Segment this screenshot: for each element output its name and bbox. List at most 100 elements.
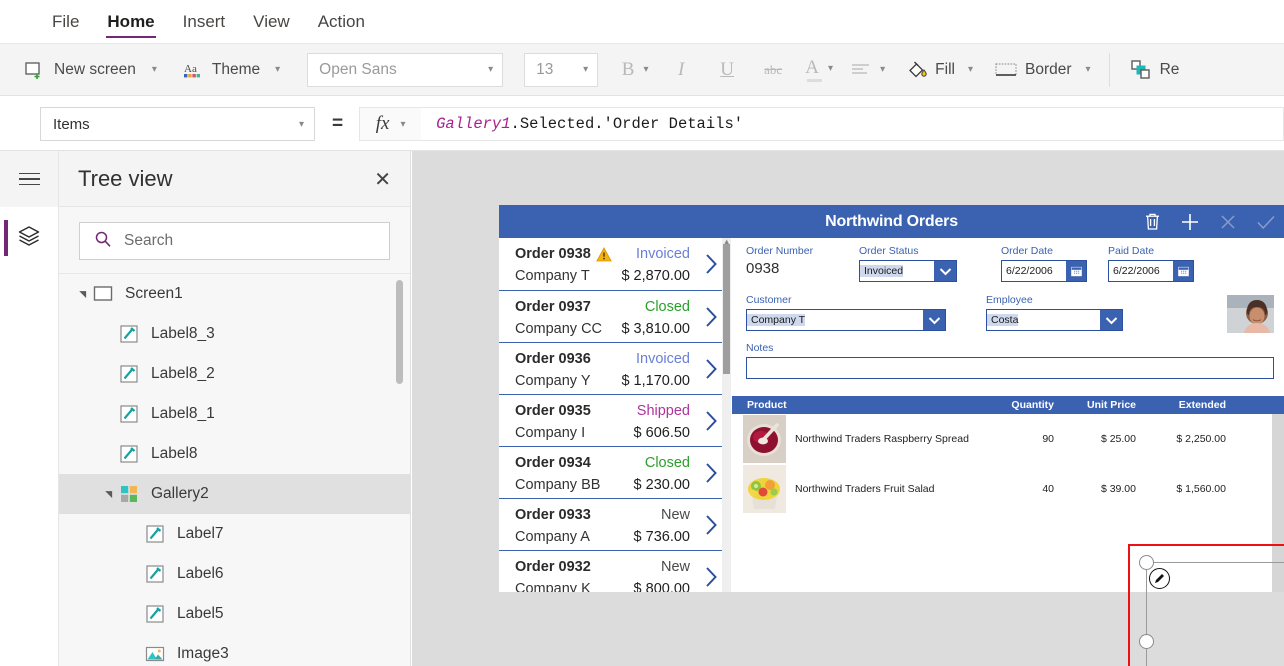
tree-item-label8[interactable]: Label8 bbox=[59, 434, 410, 474]
product-name: Northwind Traders Raspberry Spread bbox=[795, 433, 969, 445]
tree-item-gallery2[interactable]: ◢ Gallery2 bbox=[59, 474, 410, 514]
chevron-down-icon[interactable] bbox=[923, 310, 945, 330]
products-header-row: Product Quantity Unit Price Extended bbox=[732, 396, 1284, 414]
tree-item-label: Label8_2 bbox=[151, 365, 215, 382]
order-number: Order 0932 bbox=[515, 559, 591, 575]
order-list-item[interactable]: Order 0933 New Company A $ 736.00 bbox=[499, 498, 730, 550]
menu-item-home[interactable]: Home bbox=[93, 0, 168, 43]
order-amount: $ 606.50 bbox=[633, 424, 690, 441]
employee-dropdown[interactable]: Costa bbox=[986, 309, 1123, 331]
new-screen-icon bbox=[24, 60, 44, 80]
order-number-text: Order 0933 bbox=[515, 507, 591, 523]
chevron-down-icon[interactable] bbox=[934, 261, 956, 281]
products-rows: Northwind Traders Raspberry Spread 90 $ 25… bbox=[732, 414, 1284, 514]
tree-item-label7[interactable]: Label7 bbox=[59, 514, 410, 554]
chevron-right-icon[interactable] bbox=[701, 408, 721, 434]
twisty-expanded-icon[interactable]: ◢ bbox=[76, 288, 89, 301]
underline-button[interactable]: U bbox=[704, 44, 750, 96]
tree-scrollbar-thumb[interactable] bbox=[396, 280, 403, 384]
tree-item-label8_1[interactable]: Label8_1 bbox=[59, 394, 410, 434]
paid-date-picker[interactable]: 6/22/2006 bbox=[1108, 260, 1194, 282]
order-date-picker[interactable]: 6/22/2006 bbox=[1001, 260, 1087, 282]
align-button[interactable]: ▾ bbox=[842, 44, 894, 96]
tree-item-label: Label8_3 bbox=[151, 325, 215, 342]
theme-button[interactable]: Aa Theme ▾ bbox=[183, 44, 280, 96]
formula-input[interactable]: Gallery1 .Selected.'Order Details' bbox=[421, 107, 1284, 141]
cancel-icon[interactable] bbox=[1214, 208, 1242, 236]
search-placeholder: Search bbox=[124, 232, 174, 249]
chevron-right-icon[interactable] bbox=[701, 251, 721, 277]
order-list-item[interactable]: Order 0934 Closed Company BB $ 230.00 bbox=[499, 446, 730, 498]
tree-item-label8_2[interactable]: Label8_2 bbox=[59, 354, 410, 394]
new-screen-button[interactable]: New screen ▾ bbox=[24, 44, 157, 96]
order-list-item[interactable]: Order 0938 Invoiced Company T $ 2,870.00 bbox=[499, 238, 730, 290]
border-button[interactable]: Border ▾ bbox=[995, 44, 1091, 96]
theme-label: Theme bbox=[211, 60, 261, 78]
rail-item-tree-view[interactable] bbox=[0, 207, 58, 269]
calendar-icon[interactable] bbox=[1173, 261, 1193, 281]
order-list-item[interactable]: Order 0936 Invoiced Company Y $ 1,170.00 bbox=[499, 342, 730, 394]
border-icon bbox=[995, 62, 1017, 78]
chevron-down-icon: ▾ bbox=[643, 64, 649, 75]
tree-item-screen1[interactable]: ◢ Screen1 bbox=[59, 274, 410, 314]
chevron-right-icon[interactable] bbox=[701, 564, 721, 590]
product-name: Northwind Traders Fruit Salad bbox=[795, 483, 935, 495]
bold-button[interactable]: B ▾ bbox=[612, 44, 658, 96]
chevron-right-icon[interactable] bbox=[701, 304, 721, 330]
twisty-expanded-icon[interactable]: ◢ bbox=[102, 488, 115, 501]
font-color-button[interactable]: A ▾ bbox=[796, 44, 842, 96]
fill-button[interactable]: Fill ▾ bbox=[906, 44, 973, 96]
font-size-select[interactable]: 13 ▾ bbox=[524, 52, 599, 87]
order-date-label: Order Date bbox=[1001, 245, 1053, 257]
italic-button[interactable]: I bbox=[658, 44, 704, 96]
order-list-item[interactable]: Order 0937 Closed Company CC $ 3,810.00 bbox=[499, 290, 730, 342]
chevron-right-icon[interactable] bbox=[701, 356, 721, 382]
reorder-button[interactable]: Re bbox=[1130, 44, 1179, 96]
tree-item-label8_3[interactable]: Label8_3 bbox=[59, 314, 410, 354]
order-amount: $ 736.00 bbox=[633, 528, 690, 545]
menu-item-file[interactable]: File bbox=[38, 0, 93, 43]
column-header-product: Product bbox=[747, 399, 787, 411]
fx-button[interactable]: fx ▾ bbox=[359, 107, 422, 141]
hamburger-button[interactable] bbox=[0, 151, 58, 207]
orders-scrollbar-thumb[interactable] bbox=[723, 244, 730, 374]
tree-item-label: Gallery2 bbox=[151, 485, 209, 502]
font-family-select[interactable]: Open Sans ▾ bbox=[307, 52, 504, 87]
gallery-icon bbox=[121, 486, 137, 502]
products-gallery[interactable]: Product Quantity Unit Price Extended Nor… bbox=[732, 396, 1284, 592]
search-input[interactable]: Search bbox=[79, 222, 390, 260]
calendar-icon[interactable] bbox=[1066, 261, 1086, 281]
order-list-item[interactable]: Order 0935 Shipped Company I $ 606.50 bbox=[499, 394, 730, 446]
menu-item-insert[interactable]: Insert bbox=[169, 0, 240, 43]
resize-handle-middle-left[interactable] bbox=[1139, 634, 1154, 649]
product-row[interactable]: Northwind Traders Raspberry Spread 90 $ 25… bbox=[732, 414, 1284, 464]
order-list-item[interactable]: Order 0932 New Company K $ 800.00 bbox=[499, 550, 730, 592]
add-icon[interactable] bbox=[1176, 208, 1204, 236]
close-icon[interactable]: ✕ bbox=[374, 169, 391, 189]
order-status-dropdown[interactable]: Invoiced bbox=[859, 260, 957, 282]
chevron-down-icon[interactable] bbox=[1100, 310, 1122, 330]
tree-item-label6[interactable]: Label6 bbox=[59, 554, 410, 594]
notes-input[interactable] bbox=[746, 357, 1274, 379]
paid-date-label: Paid Date bbox=[1108, 245, 1155, 257]
pen-cursor-icon bbox=[1149, 568, 1170, 589]
strikethrough-button[interactable]: abc bbox=[750, 44, 796, 96]
chevron-right-icon[interactable] bbox=[701, 460, 721, 486]
tree-item-label: Label5 bbox=[177, 605, 224, 622]
resize-handle-top-left[interactable] bbox=[1139, 555, 1154, 570]
order-status: New bbox=[660, 559, 690, 575]
property-select[interactable]: Items ▾ bbox=[40, 107, 315, 141]
tree-item-label5[interactable]: Label5 bbox=[59, 594, 410, 634]
trash-icon[interactable] bbox=[1138, 208, 1166, 236]
tree-item-image3[interactable]: Image3 bbox=[59, 634, 410, 666]
confirm-icon[interactable] bbox=[1252, 208, 1280, 236]
tree-view-header: Tree view ✕ bbox=[59, 151, 410, 207]
menu-item-action[interactable]: Action bbox=[304, 0, 379, 43]
products-scrollbar[interactable] bbox=[1272, 414, 1284, 592]
chevron-right-icon[interactable] bbox=[701, 512, 721, 538]
customer-dropdown[interactable]: Company T bbox=[746, 309, 946, 331]
product-row[interactable]: Northwind Traders Fruit Salad 40 $ 39.00 $ … bbox=[732, 464, 1284, 514]
menu-item-view[interactable]: View bbox=[239, 0, 304, 43]
order-number: Order 0937 bbox=[515, 299, 591, 315]
orders-scrollbar[interactable]: ▲ bbox=[722, 238, 731, 592]
